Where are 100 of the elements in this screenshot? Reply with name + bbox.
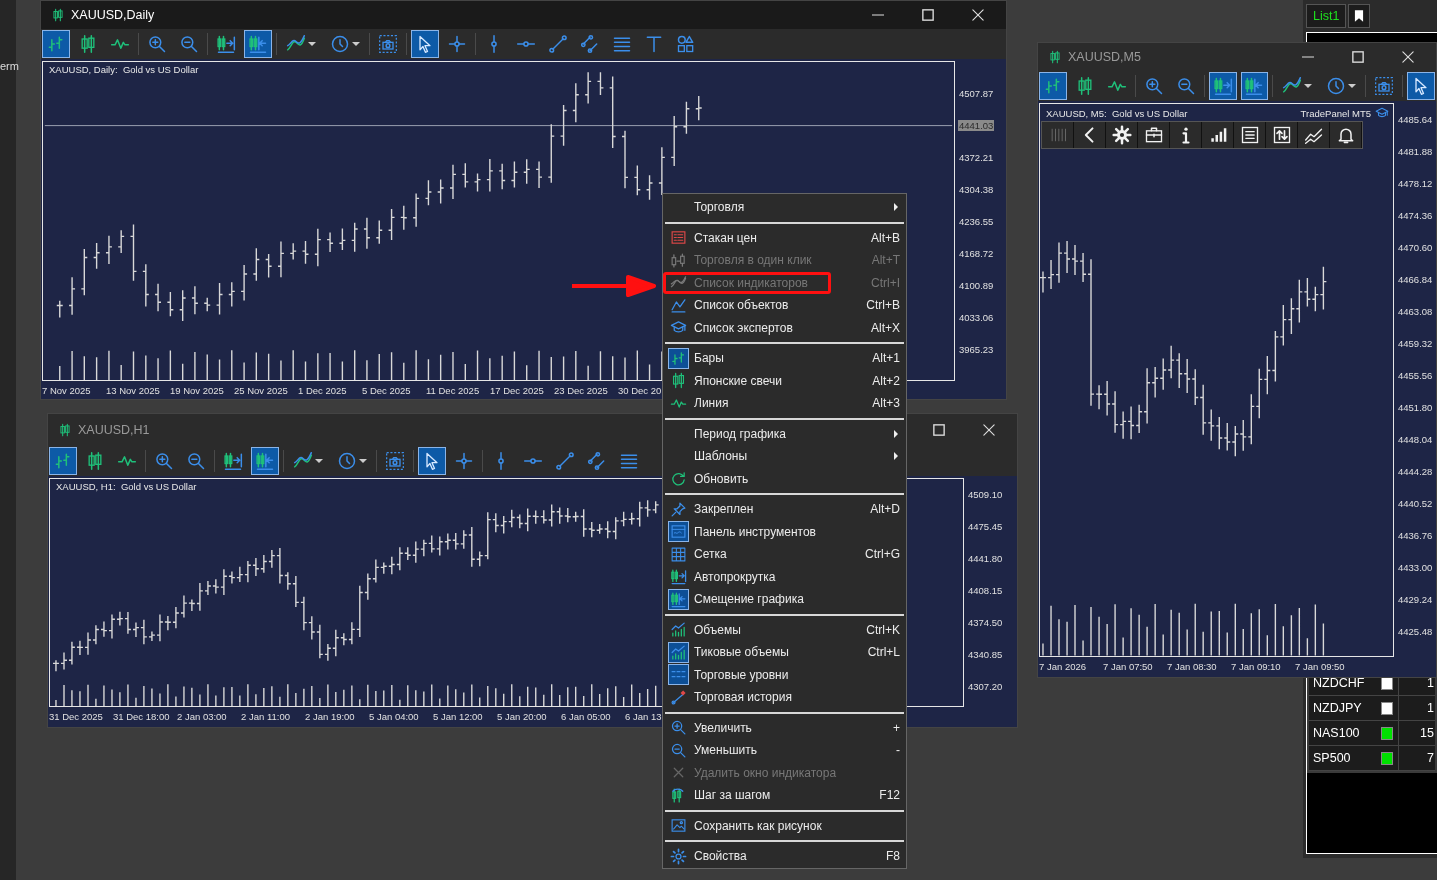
indicator-icon xyxy=(1282,76,1303,96)
time-label: 5 Jan 04:00 xyxy=(369,710,420,722)
time-label: 7 Jan 07:50 xyxy=(1103,660,1154,672)
window-title: XAUUSD,Daily xyxy=(71,8,155,22)
minimize-icon xyxy=(872,14,884,16)
time-label: 31 Dec 18:00 xyxy=(113,710,171,722)
price-label: 4470.60 xyxy=(1397,241,1434,253)
scroll-right-icon xyxy=(223,451,243,471)
time-label: 25 Nov 2025 xyxy=(234,384,289,396)
menu-item[interactable]: Шаблоны xyxy=(663,445,906,468)
price-label: 4374.50 xyxy=(967,616,1004,628)
list-icon xyxy=(1239,125,1260,145)
tab[interactable]: List1 xyxy=(1306,4,1347,28)
menu-item[interactable]: Торговля xyxy=(663,196,906,219)
chart-header: XAUUSD, M5: Gold vs US Dollar xyxy=(1046,107,1188,119)
price-label: 4340.85 xyxy=(967,648,1004,660)
zoom-in-icon xyxy=(147,34,167,54)
time-label: 7 Jan 08:30 xyxy=(1167,660,1218,672)
caret-icon xyxy=(1304,82,1313,90)
menu-item[interactable]: Стакан цен Alt+B xyxy=(663,226,906,249)
menu-item[interactable]: Автопрокрутка xyxy=(663,565,906,588)
shortcut-label: F12 xyxy=(879,788,900,803)
value-cell-text: 7 xyxy=(1426,750,1435,767)
menu-item[interactable]: Свойства F8 xyxy=(663,845,906,868)
time-label: 5 Jan 12:00 xyxy=(433,710,484,722)
time-label: 2 Jan 19:00 xyxy=(305,710,356,722)
menu-item[interactable]: Обновить xyxy=(663,467,906,490)
time-label: 6 Jan 05:00 xyxy=(561,710,612,722)
time-label: 6 Jan 13 xyxy=(625,710,663,722)
submenu-arrow-icon xyxy=(892,429,900,438)
time-label: 11 Dec 2025 xyxy=(426,384,481,396)
menu-item[interactable]: Тиковые объемы Ctrl+L xyxy=(663,641,906,664)
caret-icon xyxy=(359,457,367,465)
price-label: 4304.38 xyxy=(958,183,995,195)
toolbar-button[interactable] xyxy=(1407,72,1436,100)
menu-item[interactable]: Линия Alt+3 xyxy=(663,392,906,415)
time-label: 1 Dec 2025 xyxy=(298,384,348,396)
close-icon xyxy=(1402,51,1414,63)
price-label: 4372.21 xyxy=(958,151,995,163)
shortcut-label: Ctrl+G xyxy=(865,547,900,562)
time-label: 5 Jan 20:00 xyxy=(497,710,548,722)
close-icon xyxy=(983,424,995,436)
bookmark-button[interactable] xyxy=(1348,4,1371,28)
menu-item[interactable]: Закреплен Alt+D xyxy=(663,498,906,521)
toolbar-button[interactable] xyxy=(418,447,446,475)
menu-item[interactable]: Торговые уровни xyxy=(663,663,906,686)
menu-item[interactable]: Бары Alt+1 xyxy=(663,347,906,370)
time-label: 19 Nov 2025 xyxy=(170,384,225,396)
menu-item[interactable]: Японские свечи Alt+2 xyxy=(663,369,906,392)
price-label: 4441.03 xyxy=(958,119,995,131)
time-label: 13 Nov 2025 xyxy=(106,384,161,396)
menu-item[interactable]: Шаг за шагом F12 xyxy=(663,784,906,807)
menu-item[interactable]: Период графика xyxy=(663,422,906,445)
camera-icon xyxy=(1374,76,1395,96)
price-label: 4444.28 xyxy=(1397,465,1434,477)
menu-item[interactable]: Сохранить как рисунок xyxy=(663,814,906,837)
shortcut-label: Ctrl+B xyxy=(866,298,900,313)
graduation-cap-icon xyxy=(1375,106,1389,120)
price-label: 4507.87 xyxy=(958,87,995,99)
briefcase-icon xyxy=(1143,125,1164,145)
scroll-right-icon xyxy=(1212,76,1233,96)
shortcut-label: Alt+2 xyxy=(872,373,900,388)
menu-item[interactable]: Смещение графика xyxy=(663,588,906,611)
camera-icon xyxy=(385,451,405,471)
shapes-icon xyxy=(676,34,696,54)
menu-item[interactable]: Увеличить + xyxy=(663,716,906,739)
zoom-in-icon xyxy=(154,451,174,471)
toolbar-button[interactable] xyxy=(1208,72,1237,100)
menu-item[interactable]: Объемы Ctrl+K xyxy=(663,618,906,641)
time-label: 7 Nov 2025 xyxy=(42,384,92,396)
submenu-arrow-icon xyxy=(892,452,900,461)
shortcut-label: Alt+X xyxy=(871,320,900,335)
price-label: 4307.20 xyxy=(967,680,1004,692)
toolbar-button[interactable] xyxy=(1240,72,1269,100)
time-label: 30 Dec 20 xyxy=(618,384,663,396)
crosshair-icon xyxy=(447,34,467,54)
settings-icon xyxy=(1111,125,1132,145)
shortcut-label: Ctrl+L xyxy=(867,645,900,660)
menu-item[interactable]: Сетка Ctrl+G xyxy=(663,543,906,566)
price-label: 4448.04 xyxy=(1397,433,1434,445)
menu-item[interactable]: Торговая история xyxy=(663,686,906,709)
shortcut-label: Alt+T xyxy=(871,253,900,268)
price-label: 4436.76 xyxy=(1397,529,1434,541)
trend-line-icon xyxy=(555,451,575,471)
toolbar-button[interactable] xyxy=(411,30,439,58)
menu-item[interactable]: Список экспертов Alt+X xyxy=(663,316,906,339)
price-label: 4429.24 xyxy=(1397,593,1434,605)
submenu-arrow-icon xyxy=(892,203,900,212)
time-label: 17 Dec 2025 xyxy=(490,384,545,396)
value-cell-text: 1 xyxy=(1426,675,1435,692)
price-label: 4481.88 xyxy=(1397,145,1434,157)
caret-icon xyxy=(352,40,360,48)
chart-header: XAUUSD, H1: Gold vs US Dollar xyxy=(56,481,197,492)
window-title: XAUUSD,M5 xyxy=(1068,50,1141,64)
value-cell-text: 1 xyxy=(1426,700,1435,717)
menu-item[interactable]: Панель инструментов xyxy=(663,520,906,543)
shortcut-label: Alt+B xyxy=(871,230,900,245)
menu-item[interactable]: Уменьшить - xyxy=(663,739,906,762)
menu-item[interactable]: Список объектов Ctrl+B xyxy=(663,294,906,317)
scroll-right-icon xyxy=(216,34,236,54)
